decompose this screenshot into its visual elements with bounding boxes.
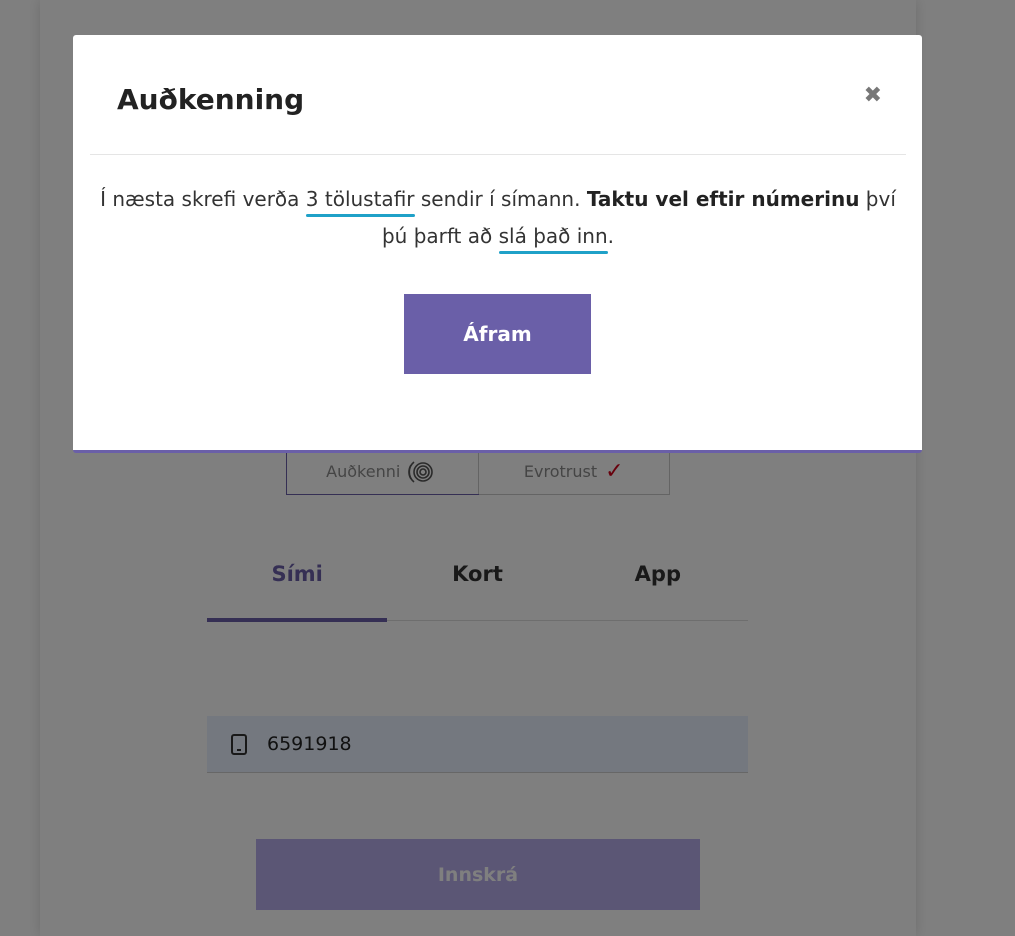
modal-message: Í næsta skrefi verða 3 tölustafir sendir… bbox=[90, 181, 906, 255]
message-bold: Taktu vel eftir númerinu bbox=[586, 187, 860, 211]
message-highlight: 3 tölustafir bbox=[305, 187, 415, 211]
auth-modal: Auðkenning ✖ Í næsta skrefi verða 3 tölu… bbox=[73, 35, 922, 453]
message-text: . bbox=[607, 224, 615, 248]
message-highlight: slá það inn bbox=[498, 224, 608, 248]
close-icon[interactable]: ✖ bbox=[864, 83, 882, 108]
continue-button[interactable]: Áfram bbox=[404, 294, 591, 374]
message-text: sendir í símann. bbox=[414, 187, 587, 211]
message-text: Í næsta skrefi verða bbox=[100, 187, 306, 211]
modal-title: Auðkenning bbox=[117, 83, 305, 116]
modal-header: Auðkenning ✖ bbox=[90, 35, 906, 155]
